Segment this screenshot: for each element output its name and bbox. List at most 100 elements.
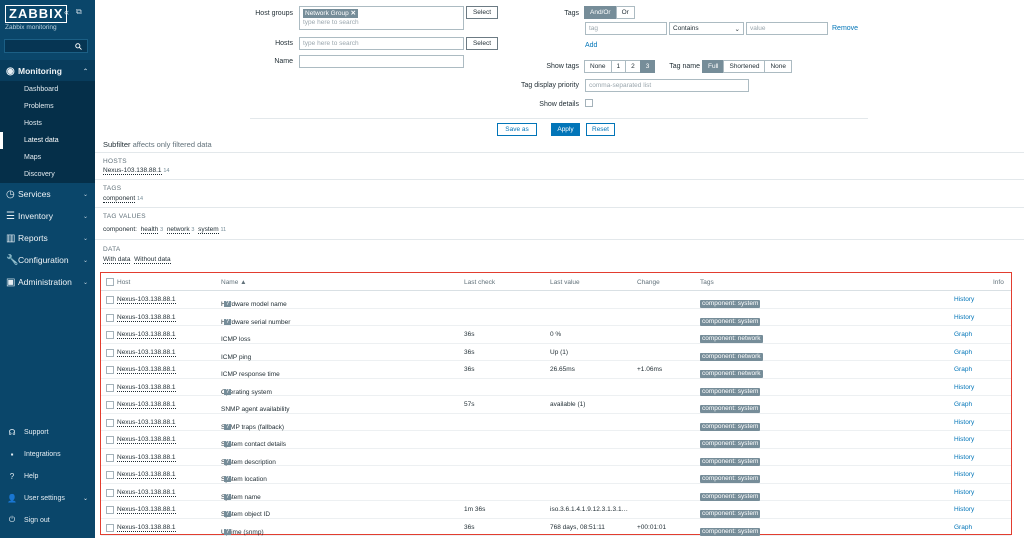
row-checkbox[interactable] bbox=[106, 401, 114, 409]
tags-andor-option[interactable]: And/Or bbox=[584, 6, 617, 19]
description-icon[interactable]: ? bbox=[224, 458, 231, 465]
row-checkbox[interactable] bbox=[106, 506, 114, 514]
sidebar-item-latest-data[interactable]: Latest data bbox=[0, 132, 95, 149]
row-checkbox[interactable] bbox=[106, 488, 114, 497]
row-checkbox[interactable] bbox=[106, 313, 114, 322]
row-action-link[interactable]: Graph bbox=[954, 524, 972, 531]
row-host[interactable]: Nexus-103.138.88.1 bbox=[117, 349, 176, 357]
tags-or-option[interactable]: Or bbox=[615, 6, 635, 19]
row-action-link[interactable]: History bbox=[954, 436, 974, 443]
tag-badge[interactable]: component: system bbox=[700, 317, 761, 326]
row-checkbox[interactable] bbox=[106, 348, 114, 357]
tag-name-full[interactable]: Full bbox=[702, 60, 725, 73]
sidebar-sign-out[interactable]: ⏻ Sign out bbox=[0, 511, 95, 529]
row-host[interactable]: Nexus-103.138.88.1 bbox=[117, 366, 176, 374]
row-action-link[interactable]: History bbox=[954, 314, 974, 321]
name-input[interactable] bbox=[299, 55, 464, 68]
reset-button[interactable]: Reset bbox=[586, 123, 615, 136]
row-checkbox[interactable] bbox=[106, 436, 114, 444]
subfilter-with-data[interactable]: With data bbox=[103, 256, 131, 264]
tag-value-input[interactable]: value bbox=[746, 22, 828, 35]
show-tags-2[interactable]: 2 bbox=[625, 60, 641, 73]
hosts-select-button[interactable]: Select bbox=[466, 37, 498, 50]
row-checkbox[interactable] bbox=[106, 471, 114, 479]
description-icon[interactable]: ? bbox=[224, 388, 231, 395]
sidebar-help[interactable]: ? Help bbox=[0, 467, 95, 485]
row-action-link[interactable]: History bbox=[954, 384, 974, 391]
row-item-name[interactable]: ICMP response time bbox=[221, 371, 280, 378]
tag-badge[interactable]: component: system bbox=[700, 510, 761, 518]
row-action-link[interactable]: Graph bbox=[954, 331, 972, 338]
show-tags-3[interactable]: 3 bbox=[639, 60, 656, 73]
tag-name-shortened[interactable]: Shortened bbox=[723, 60, 766, 73]
row-item-name[interactable]: ICMP loss bbox=[221, 336, 251, 343]
row-action-link[interactable]: History bbox=[954, 454, 974, 461]
tag-badge[interactable]: component: network bbox=[700, 335, 763, 343]
subfilter-tagval-health[interactable]: health 3 bbox=[140, 226, 163, 234]
row-action-link[interactable]: History bbox=[954, 296, 974, 303]
tag-add-link[interactable]: Add bbox=[585, 42, 597, 49]
row-host[interactable]: Nexus-103.138.88.1 bbox=[117, 436, 176, 444]
subfilter-without-data[interactable]: Without data bbox=[134, 256, 171, 264]
tag-badge[interactable]: component: system bbox=[700, 475, 761, 483]
description-icon[interactable]: ? bbox=[224, 318, 231, 325]
host-groups-select-button[interactable]: Select bbox=[466, 6, 498, 19]
tag-badge[interactable]: component: system bbox=[700, 405, 761, 413]
subfilter-host[interactable]: Nexus-103.138.88.1 14 bbox=[103, 167, 169, 175]
tag-badge[interactable]: component: network bbox=[700, 352, 763, 361]
show-details-checkbox[interactable] bbox=[585, 99, 593, 107]
tag-name-none[interactable]: None bbox=[764, 60, 793, 73]
sidebar-item-discovery[interactable]: Discovery bbox=[0, 166, 95, 183]
tag-badge[interactable]: component: system bbox=[700, 457, 761, 466]
row-action-link[interactable]: Graph bbox=[954, 366, 972, 373]
row-host[interactable]: Nexus-103.138.88.1 bbox=[117, 401, 176, 409]
tag-badge[interactable]: component: system bbox=[700, 527, 761, 536]
subfilter-tagval-network[interactable]: network 3 bbox=[166, 226, 194, 234]
description-icon[interactable]: ? bbox=[224, 510, 231, 517]
row-item-name[interactable]: ICMP ping bbox=[221, 354, 251, 361]
sidebar-user-settings[interactable]: 👤 User settings ⌄ bbox=[0, 489, 95, 507]
row-host[interactable]: Nexus-103.138.88.1 bbox=[117, 331, 176, 339]
row-checkbox[interactable] bbox=[106, 383, 114, 392]
row-checkbox[interactable] bbox=[106, 366, 114, 374]
menu-monitoring[interactable]: ◉ Monitoring ⌃ bbox=[0, 60, 95, 82]
sidebar-integrations[interactable]: ▪ Integrations bbox=[0, 445, 95, 463]
kiosk-icon[interactable]: ⧉ bbox=[76, 7, 82, 17]
row-host[interactable]: Nexus-103.138.88.1 bbox=[117, 419, 176, 427]
row-checkbox[interactable] bbox=[106, 453, 114, 462]
menu-administration[interactable]: ▣ Administration ⌄ bbox=[0, 271, 95, 293]
row-host[interactable]: Nexus-103.138.88.1 bbox=[117, 506, 176, 514]
row-checkbox[interactable] bbox=[106, 418, 114, 427]
row-action-link[interactable]: History bbox=[954, 471, 974, 478]
show-tags-1[interactable]: 1 bbox=[610, 60, 627, 73]
row-host[interactable]: Nexus-103.138.88.1 bbox=[117, 524, 176, 532]
chip-remove-icon[interactable]: ✕ bbox=[351, 10, 356, 17]
sidebar-item-hosts[interactable]: Hosts bbox=[0, 115, 95, 132]
row-host[interactable]: Nexus-103.138.88.1 bbox=[117, 454, 176, 462]
tag-badge[interactable]: component: system bbox=[700, 387, 761, 396]
description-icon[interactable]: ? bbox=[224, 300, 231, 307]
host-groups-field[interactable]: Network Group ✕ type here to search bbox=[299, 6, 464, 30]
row-host[interactable]: Nexus-103.138.88.1 bbox=[117, 471, 176, 479]
hosts-input[interactable]: type here to search bbox=[299, 37, 464, 50]
row-host[interactable]: Nexus-103.138.88.1 bbox=[117, 489, 176, 497]
collapse-icon[interactable]: « bbox=[64, 7, 69, 17]
tag-badge[interactable]: component: network bbox=[700, 370, 763, 378]
row-action-link[interactable]: Graph bbox=[954, 349, 972, 356]
sidebar-item-maps[interactable]: Maps bbox=[0, 149, 95, 166]
tag-input[interactable]: tag bbox=[585, 22, 667, 35]
subfilter-tag[interactable]: component 14 bbox=[103, 195, 143, 203]
tag-badge[interactable]: component: system bbox=[700, 440, 761, 448]
sidebar-item-problems[interactable]: Problems bbox=[0, 98, 95, 115]
zabbix-logo[interactable]: ZABBIX bbox=[5, 5, 68, 23]
description-icon[interactable]: ? bbox=[224, 423, 231, 430]
host-group-chip[interactable]: Network Group ✕ bbox=[303, 9, 358, 18]
row-action-link[interactable]: History bbox=[954, 506, 974, 513]
tag-badge[interactable]: component: system bbox=[700, 422, 761, 431]
row-checkbox[interactable] bbox=[106, 331, 114, 339]
tag-priority-input[interactable]: comma-separated list bbox=[585, 79, 749, 92]
tag-badge[interactable]: component: system bbox=[700, 300, 761, 308]
tag-badge[interactable]: component: system bbox=[700, 492, 761, 501]
select-all-checkbox[interactable] bbox=[106, 278, 114, 286]
menu-configuration[interactable]: 🔧 Configuration ⌄ bbox=[0, 249, 95, 271]
